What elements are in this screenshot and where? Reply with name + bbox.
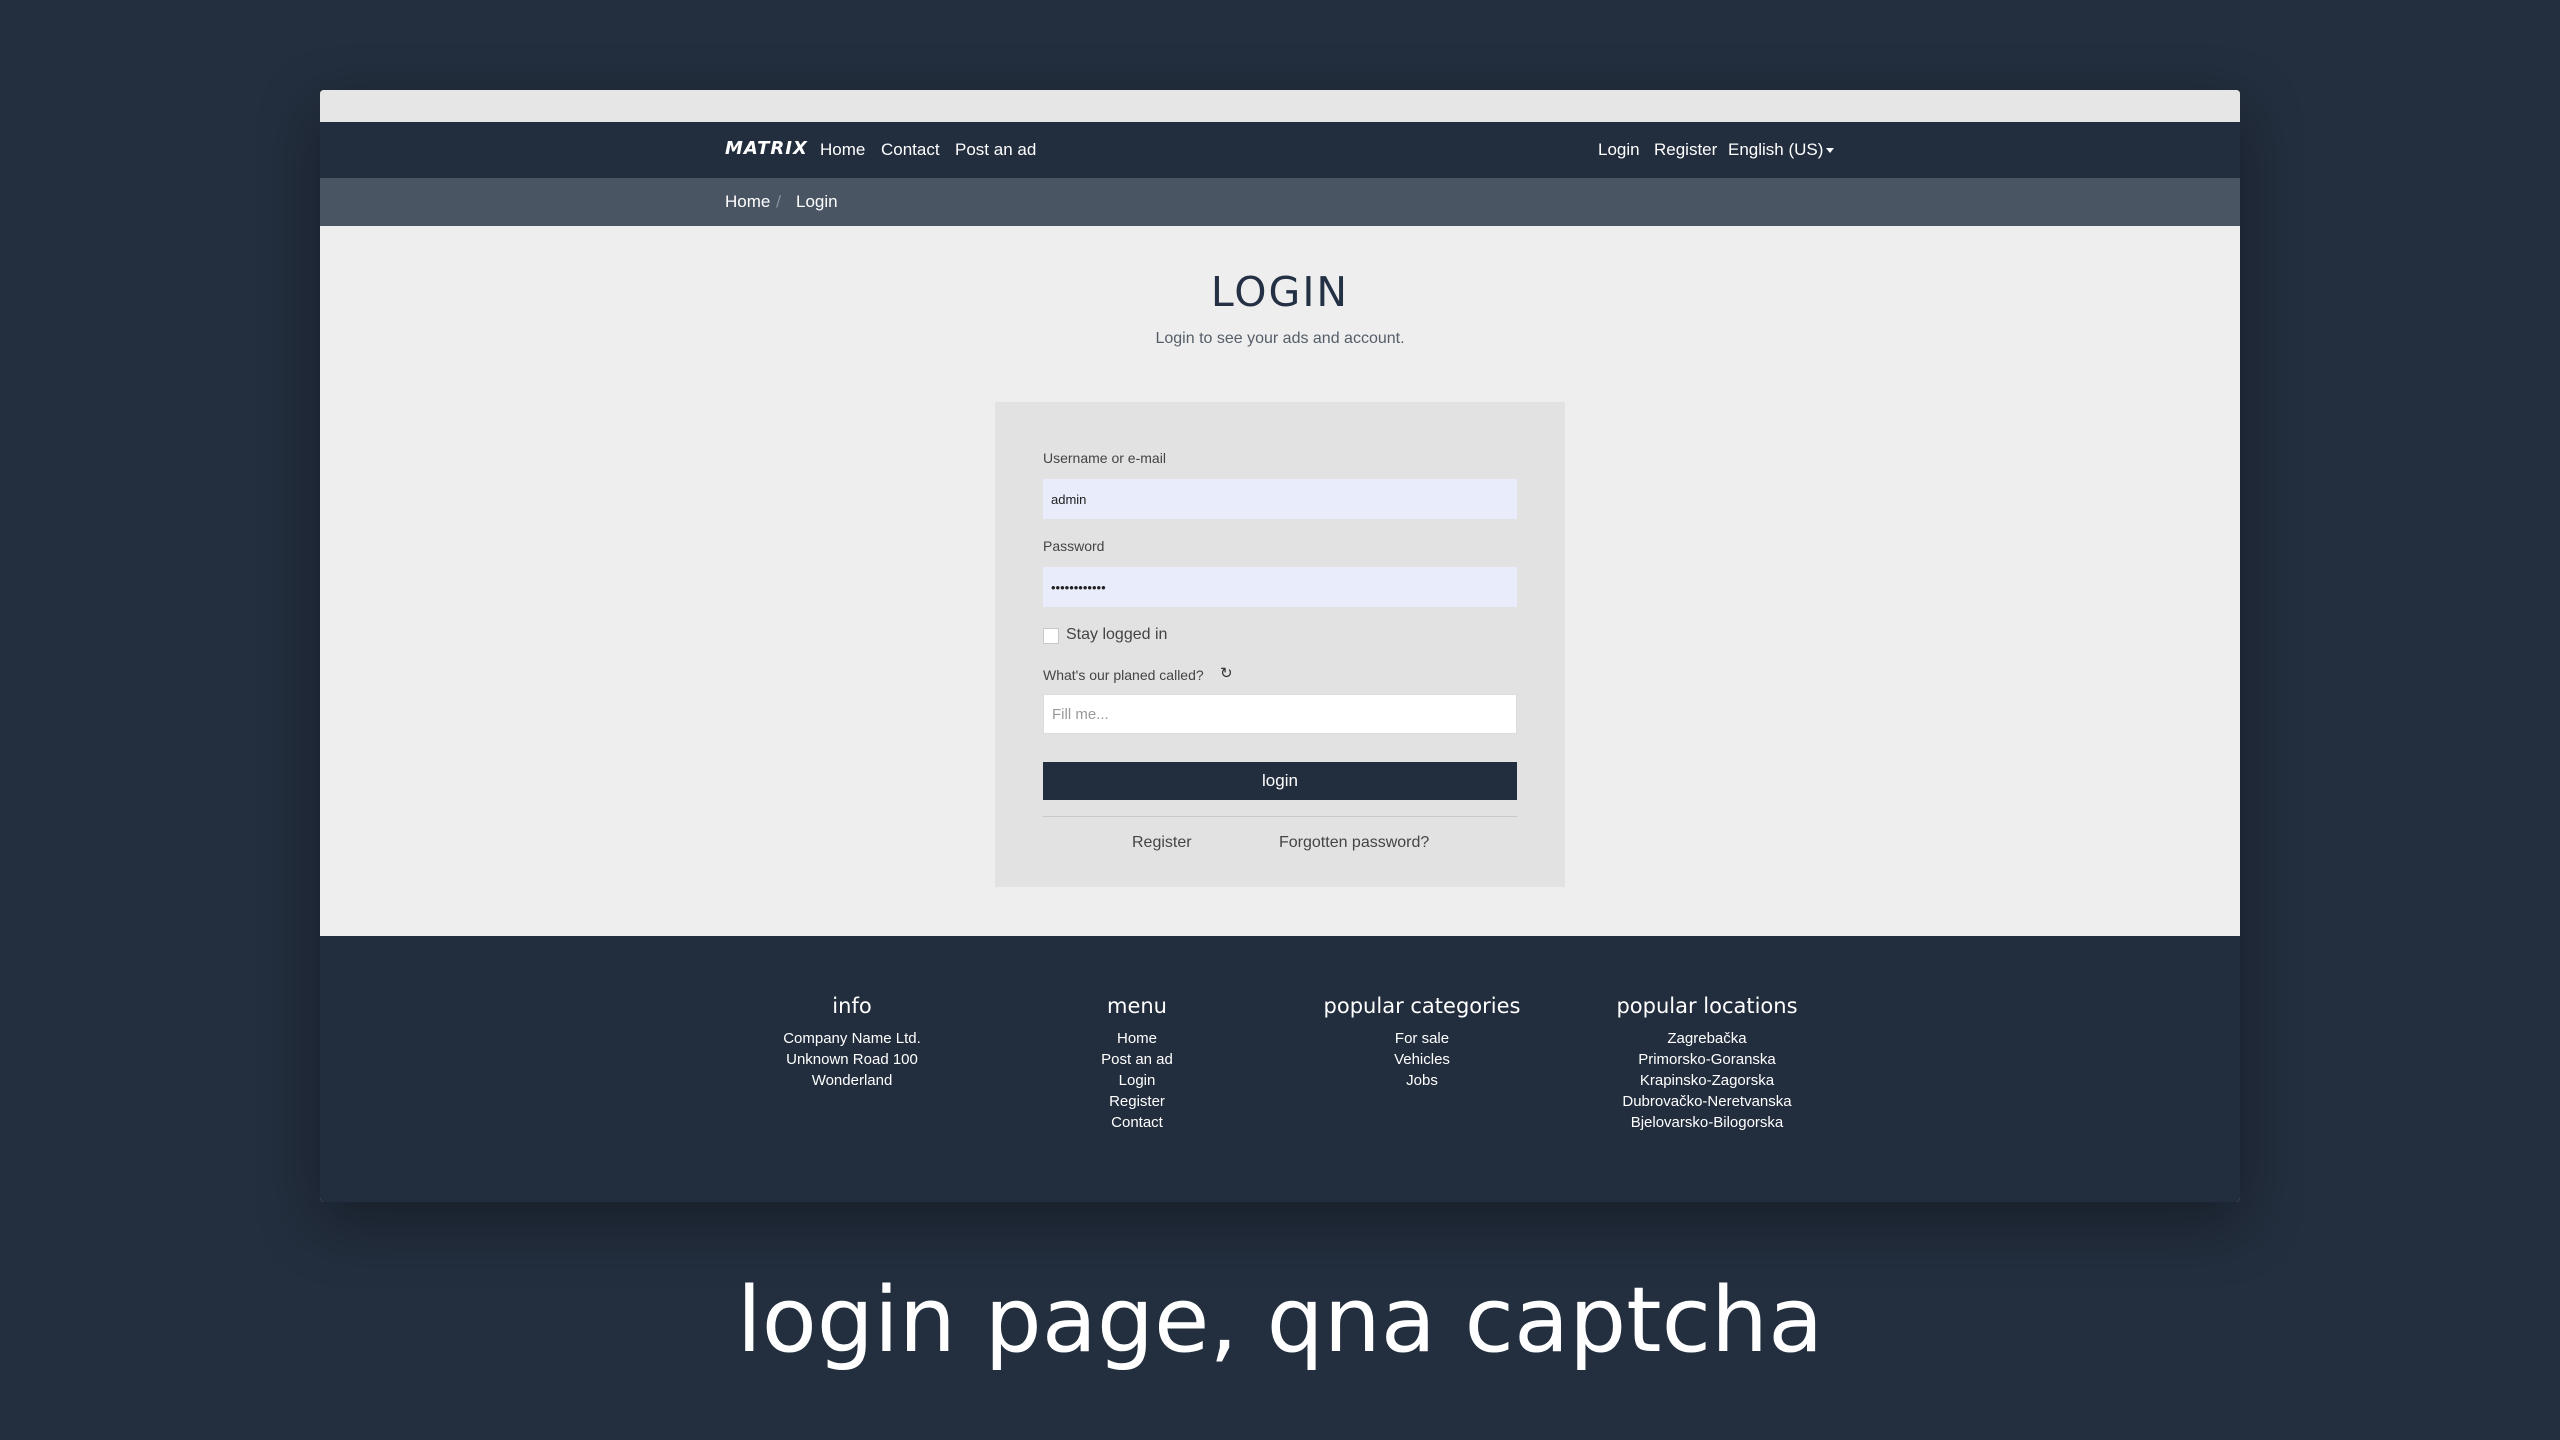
footer-menu-login[interactable]: Login — [1017, 1070, 1257, 1091]
browser-window: MATRIX Home Contact Post an ad Login Reg… — [320, 90, 2240, 1202]
footer-menu-contact[interactable]: Contact — [1017, 1112, 1257, 1133]
stay-logged-in-checkbox[interactable] — [1043, 628, 1059, 644]
nav-register-link[interactable]: Register — [1654, 140, 1717, 160]
footer-category-link[interactable]: Vehicles — [1302, 1049, 1542, 1070]
footer: info Company Name Ltd. Unknown Road 100 … — [320, 936, 2240, 1202]
stay-logged-in-label[interactable]: Stay logged in — [1066, 626, 1167, 644]
password-label: Password — [1043, 538, 1105, 554]
footer-menu-post-ad[interactable]: Post an ad — [1017, 1049, 1257, 1070]
footer-menu-register[interactable]: Register — [1017, 1091, 1257, 1112]
footer-locations-heading: popular locations — [1616, 994, 1798, 1018]
main-content: LOGIN Login to see your ads and account.… — [320, 226, 2240, 936]
footer-info-column: info Company Name Ltd. Unknown Road 100 … — [732, 994, 972, 1091]
forgot-password-link[interactable]: Forgotten password? — [1279, 834, 1429, 852]
nav-contact-link[interactable]: Contact — [881, 140, 940, 160]
footer-location-link[interactable]: Bjelovarsko-Bilogorska — [1587, 1112, 1827, 1133]
footer-categories-column: popular categories For sale Vehicles Job… — [1302, 994, 1542, 1091]
captcha-question-label: What's our planed called? — [1043, 667, 1204, 683]
username-label: Username or e-mail — [1043, 450, 1166, 466]
browser-top-bar — [320, 90, 2240, 122]
language-label: English (US) — [1728, 140, 1824, 159]
footer-menu-heading: menu — [1107, 994, 1167, 1018]
register-link[interactable]: Register — [1132, 834, 1192, 852]
caret-down-icon — [1826, 148, 1835, 154]
footer-location-link[interactable]: Krapinsko-Zagorska — [1587, 1070, 1827, 1091]
footer-menu-column: menu Home Post an ad Login Register Cont… — [1017, 994, 1257, 1133]
breadcrumb-home[interactable]: Home — [725, 192, 770, 212]
login-button[interactable]: login — [1043, 762, 1517, 800]
brand-logo[interactable]: MATRIX — [725, 138, 808, 159]
footer-location-link[interactable]: Dubrovačko-Neretvanska — [1587, 1091, 1827, 1112]
footer-categories-heading: popular categories — [1323, 994, 1521, 1018]
refresh-icon[interactable]: ↻ — [1220, 664, 1233, 682]
language-dropdown[interactable]: English (US) — [1728, 140, 1835, 160]
nav-login-link[interactable]: Login — [1598, 140, 1640, 160]
top-navbar: MATRIX Home Contact Post an ad Login Reg… — [320, 122, 2240, 178]
login-card: Username or e-mail Password Stay logged … — [995, 402, 1565, 887]
page-subtitle: Login to see your ads and account. — [1155, 330, 1405, 347]
footer-location-link[interactable]: Zagrebačka — [1587, 1028, 1827, 1049]
footer-location-link[interactable]: Primorsko-Goranska — [1587, 1049, 1827, 1070]
footer-category-link[interactable]: Jobs — [1302, 1070, 1542, 1091]
footer-info-item: Wonderland — [811, 1072, 893, 1089]
footer-info-item: Company Name Ltd. — [783, 1030, 921, 1047]
username-input[interactable] — [1043, 479, 1517, 519]
breadcrumb-current: Login — [796, 192, 838, 211]
footer-menu-home[interactable]: Home — [1017, 1028, 1257, 1049]
breadcrumb: Home / Login — [320, 178, 2240, 226]
footer-info-item: Unknown Road 100 — [786, 1051, 918, 1068]
footer-locations-column: popular locations Zagrebačka Primorsko-G… — [1587, 994, 1827, 1133]
footer-info-heading: info — [832, 994, 872, 1018]
password-input[interactable] — [1043, 567, 1517, 607]
captcha-answer-input[interactable] — [1043, 694, 1517, 734]
page-title: LOGIN — [1210, 268, 1350, 316]
breadcrumb-separator: / — [776, 192, 782, 210]
nav-home-link[interactable]: Home — [820, 140, 865, 160]
divider — [1043, 816, 1517, 817]
slide-caption: login page, qna captcha — [736, 1268, 1824, 1373]
footer-category-link[interactable]: For sale — [1302, 1028, 1542, 1049]
nav-post-ad-link[interactable]: Post an ad — [955, 140, 1036, 160]
